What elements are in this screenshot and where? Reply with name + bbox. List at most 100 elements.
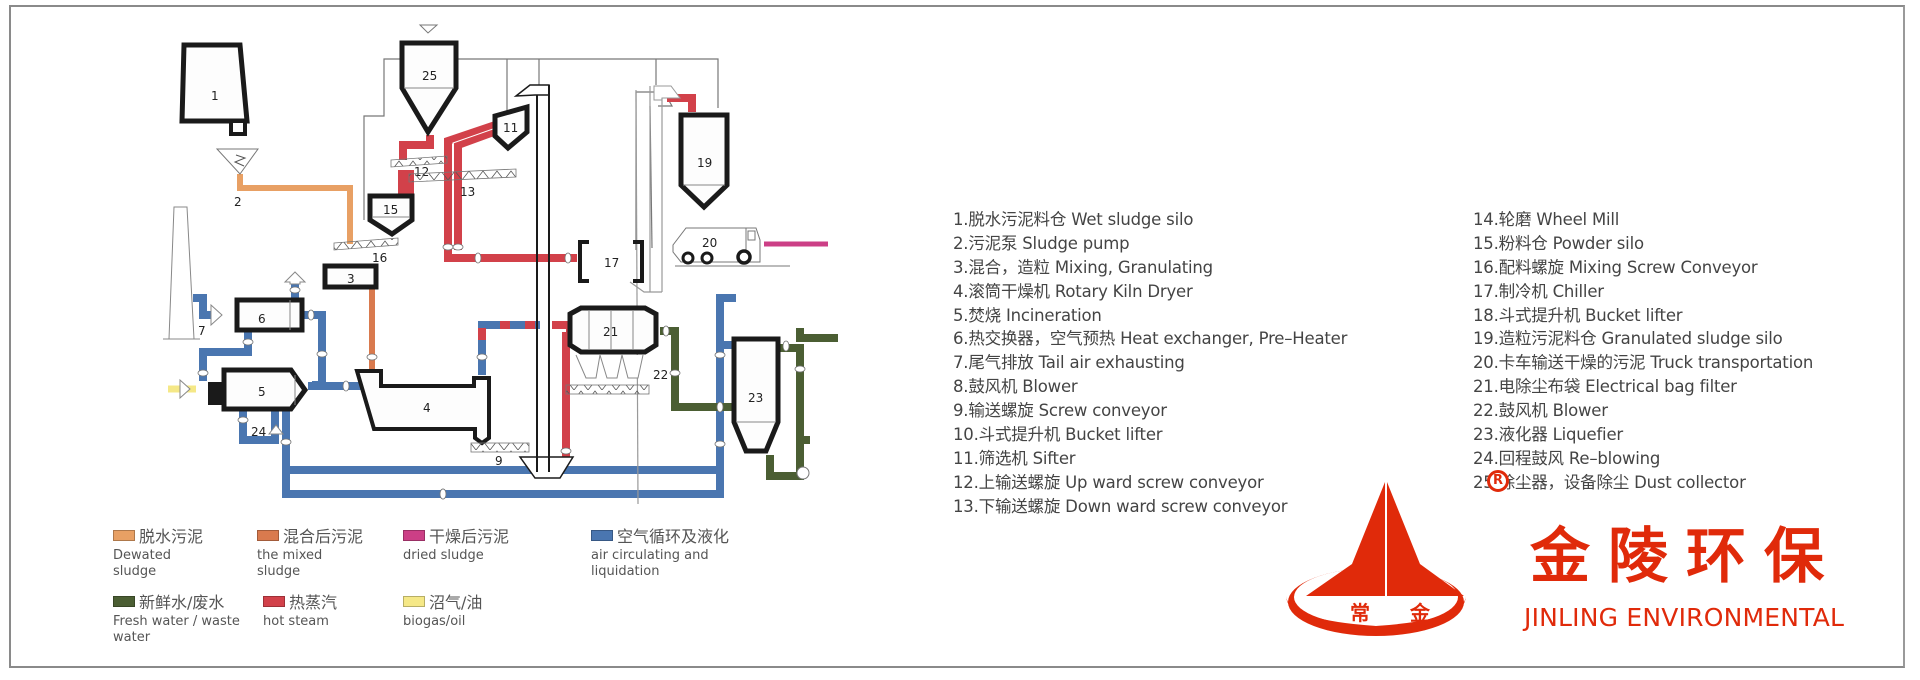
filter-screw-conveyor (565, 384, 650, 395)
brand-name-chinese: 金陵环保 (1530, 522, 1842, 592)
equipment-item: 8.鼓风机 Blower (953, 377, 1078, 397)
legend-item-mixed-sludge: 混合后污泥 the mixed sludge (257, 528, 363, 580)
label-1: 1 (211, 89, 219, 103)
pipe-joint (439, 488, 447, 500)
label-6: 6 (258, 312, 266, 326)
chiller: 17 (578, 240, 644, 283)
equipment-item: 16.配料螺旋 Mixing Screw Conveyor (1473, 257, 1758, 277)
equipment-item: 6.热交换器，空气预热 Heat exchanger, Pre–Heater (953, 329, 1348, 349)
incinerator: 5 (208, 367, 309, 412)
emblem-char-right: 金 (1409, 601, 1431, 625)
legend-swatch (403, 596, 425, 607)
equipment-item: 25.除尘器，设备除尘 Dust collector (1473, 472, 1746, 492)
legend-en: Dewated sludge (113, 548, 171, 579)
liquefier: 23 (731, 336, 781, 454)
heat-exchanger: 6 (234, 297, 305, 333)
burner-arrow-icon (179, 378, 191, 400)
truck: 20 (672, 227, 790, 267)
legend-en: dried sludge (403, 548, 484, 563)
equipment-item: 22.鼓风机 Blower (1473, 401, 1608, 421)
dust-collector: 25 (399, 24, 459, 137)
downward-screw-conveyor: 13 (408, 168, 517, 199)
screw-conveyor-9: 9 (470, 442, 530, 468)
equipment-item: 21.电除尘布袋 Electrical bag filter (1473, 377, 1737, 397)
legend-item-air-circulation: 空气循环及液化 air circulating and liquidation (591, 528, 731, 580)
pipe-dewatered-sludge (237, 174, 353, 244)
blower-8-icon (210, 303, 223, 327)
equipment-item: 24.回程鼓风 Re–blowing (1473, 448, 1661, 468)
equipment-list-column-2: 14.轮磨 Wheel Mill 15.粉料仓 Powder silo 16.配… (1473, 208, 1813, 495)
label-13: 13 (460, 185, 475, 199)
equipment-item: 1.脱水污泥料仓 Wet sludge silo (953, 210, 1194, 229)
exhaust-arrow-icon (283, 271, 307, 285)
label-3: 3 (347, 272, 355, 286)
legend-swatch (591, 530, 613, 541)
legend-en: Fresh water / waste water (113, 614, 240, 645)
legend-swatch (263, 596, 285, 607)
equipment-item: 4.滚筒干燥机 Rotary Kiln Dryer (953, 281, 1193, 301)
tail-exhaust-chimney: 7 (163, 206, 206, 340)
label-16: 16 (372, 251, 387, 265)
label-5: 5 (258, 385, 266, 399)
mixer-granulator: 3 (322, 263, 379, 290)
legend-swatch (113, 596, 135, 607)
sifter: 11 (492, 103, 530, 152)
label-22: 22 (653, 368, 668, 382)
equipment-item: 11.筛选机 Sifter (953, 448, 1076, 468)
equipment-item: 15.粉料仓 Powder silo (1473, 233, 1644, 253)
label-2: 2 (234, 195, 242, 209)
label-4: 4 (423, 401, 431, 415)
equipment-item: 14.轮磨 Wheel Mill (1473, 210, 1620, 229)
legend-item-dried-sludge: 干燥后污泥 dried sludge (403, 528, 509, 564)
registered-mark: R (1487, 470, 1509, 492)
brand-name-english: JINLING ENVIRONMENTAL (1524, 603, 1845, 632)
legend-item-water: 新鲜水/废水 Fresh water / waste water (113, 594, 243, 646)
brand-emblem-logo: 常 金 (1286, 482, 1466, 636)
wet-sludge-silo: 1 (179, 42, 250, 136)
rotary-kiln-dryer: 4 (354, 369, 491, 446)
equipment-item: 2.污泥泵 Sludge pump (953, 233, 1130, 253)
legend-en: biogas/oil (403, 614, 466, 629)
powder-silo: 15 (367, 193, 415, 238)
legend-en: hot steam (263, 614, 329, 629)
water-pump-icon (796, 466, 810, 480)
label-23: 23 (748, 391, 763, 405)
label-11: 11 (503, 121, 518, 135)
equipment-item: 10.斗式提升机 Bucket lifter (953, 425, 1163, 445)
label-7: 7 (198, 324, 206, 338)
equipment-item: 5.焚烧 Incineration (953, 305, 1102, 325)
mixing-screw-conveyor: 16 (333, 237, 399, 265)
legend-item-biogas: 沼气/油 biogas/oil (403, 594, 482, 630)
legend-en: air circulating and liquidation (591, 548, 709, 579)
equipment-item: 20.卡车输送干燥的污泥 Truck transportation (1473, 353, 1814, 373)
bucket-lifter-18 (635, 85, 681, 505)
legend-zh: 空气循环及液化 (617, 527, 730, 546)
label-9: 9 (495, 454, 503, 468)
granulated-sludge-silo: 19 (678, 112, 730, 211)
label-15: 15 (383, 203, 398, 217)
legend-swatch (113, 530, 135, 541)
label-17: 17 (604, 256, 619, 270)
electrical-bag-filter: 21 (567, 305, 659, 379)
equipment-item: 3.混合，造粒 Mixing, Granulating (953, 257, 1213, 277)
equipment-item: 7.尾气排放 Tail air exhausting (953, 353, 1185, 373)
legend-en: the mixed sludge (257, 548, 323, 579)
legend-zh: 脱水污泥 (139, 527, 204, 546)
legend-item-dewatered-sludge: 脱水污泥 Dewated sludge (113, 528, 203, 580)
equipment-item: 18.斗式提升机 Bucket lifter (1473, 305, 1683, 325)
label-19: 19 (697, 156, 712, 170)
equipment-item: 9.输送螺旋 Screw conveyor (953, 401, 1167, 421)
equipment-item: 23.液化器 Liquefier (1473, 425, 1623, 445)
legend-swatch (257, 530, 279, 541)
equipment-item: 17.制冷机 Chiller (1473, 281, 1604, 301)
legend-zh: 干燥后污泥 (429, 527, 510, 546)
label-25: 25 (422, 69, 437, 83)
legend-zh: 混合后污泥 (283, 527, 364, 546)
legend-zh: 新鲜水/废水 (139, 593, 225, 612)
label-20: 20 (702, 236, 717, 250)
label-24: 24 (251, 425, 266, 439)
legend-zh: 沼气/油 (429, 593, 483, 612)
legend-swatch (403, 530, 425, 541)
bucket-lifter-18-body (629, 86, 663, 293)
equipment-item: 19.造粒污泥料仓 Granulated sludge silo (1473, 329, 1783, 349)
